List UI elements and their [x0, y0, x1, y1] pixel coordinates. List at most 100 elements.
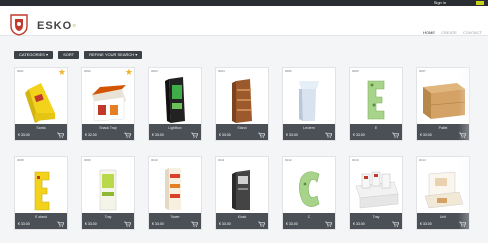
cart-icon[interactable] — [191, 132, 198, 138]
card-name: Tray — [372, 215, 380, 219]
product-thumbnail — [99, 169, 117, 211]
card-footer: Tower € 33.00 — [149, 213, 201, 229]
card-id: 0013 — [352, 158, 359, 162]
card-price: € 33.00 — [85, 222, 97, 226]
card-id: 0012 — [285, 158, 292, 162]
product-thumbnail — [299, 81, 319, 121]
card-id: 0005 — [285, 69, 292, 73]
product-thumbnail — [34, 171, 50, 211]
nav-create[interactable]: CREATE — [441, 30, 457, 35]
product-card[interactable]: 0010 Tower € 33.00 — [148, 156, 202, 230]
sort-button[interactable]: SORT — [58, 51, 80, 59]
brand-name[interactable]: ESKO◦ — [37, 20, 77, 32]
card-price: € 33.00 — [420, 133, 432, 137]
cart-icon[interactable] — [57, 221, 64, 227]
card-price: € 33.00 — [286, 133, 298, 137]
cart-icon[interactable] — [258, 132, 265, 138]
product-card[interactable]: 0008 E stand € 33.00 — [14, 156, 68, 230]
product-card[interactable]: 0012 C € 33.00 — [282, 156, 336, 230]
card-name: Kiosk — [237, 215, 247, 219]
card-price: € 33.00 — [420, 222, 432, 226]
cart-icon[interactable] — [392, 221, 399, 227]
card-footer: Tray € 33.00 — [350, 213, 402, 229]
product-card[interactable]: 0009 Tray € 33.00 — [81, 156, 135, 230]
card-name: Tower — [170, 215, 180, 219]
card-footer: Lectern € 33.00 — [283, 124, 335, 140]
product-thumbnail — [299, 171, 320, 207]
product-thumbnail — [165, 77, 185, 123]
card-price: € 33.00 — [286, 222, 298, 226]
product-card[interactable]: 0005 Lectern € 33.00 — [282, 67, 336, 141]
card-footer: C € 33.00 — [283, 213, 335, 229]
card-price: € 33.00 — [18, 133, 30, 137]
card-price: € 32.00 — [85, 133, 97, 137]
card-name: E — [374, 126, 378, 130]
card-id: 0003 — [151, 69, 158, 73]
cart-icon[interactable] — [325, 221, 332, 227]
product-card[interactable]: 0003 Lightbox € 33.00 — [148, 67, 202, 141]
cart-icon[interactable] — [124, 132, 131, 138]
card-price: € 33.00 — [18, 222, 30, 226]
card-footer: Kiosk € 33.00 — [216, 213, 268, 229]
brand-dot: ◦ — [72, 20, 78, 32]
product-thumbnail — [25, 83, 55, 123]
categories-dropdown[interactable]: CATEGORIES ▾ — [14, 51, 54, 59]
product-thumbnail — [165, 168, 181, 210]
card-id: 0006 — [352, 69, 359, 73]
card-price: € 33.00 — [353, 222, 365, 226]
card-id: 0007 — [419, 69, 426, 73]
cart-icon[interactable] — [392, 132, 399, 138]
card-price: € 33.00 — [353, 133, 365, 137]
card-footer: Lightbox € 33.00 — [149, 124, 201, 140]
accent-badge — [476, 1, 484, 5]
card-id: 0002 — [84, 69, 91, 73]
product-thumbnail — [232, 170, 250, 210]
card-name: Snack Tray — [99, 126, 117, 130]
card-name: Tray — [104, 215, 112, 219]
card-footer: Stand € 33.00 — [216, 124, 268, 140]
card-price: € 33.00 — [152, 133, 164, 137]
cart-icon[interactable] — [191, 221, 198, 227]
product-thumbnail — [355, 171, 399, 209]
card-id: 0009 — [84, 158, 91, 162]
card-price: € 33.00 — [152, 222, 164, 226]
cart-icon[interactable] — [325, 132, 332, 138]
card-footer: Snack Tray € 32.00 — [82, 124, 134, 140]
refine-search-dropdown[interactable]: REFINE YOUR SEARCH ▾ — [84, 51, 143, 59]
product-card[interactable]: 0002 ★ Snack Tray € 32.00 — [81, 67, 135, 141]
product-card[interactable]: 0013 Tray € 33.00 — [349, 156, 403, 230]
header: ESKO◦ HOME CREATE CONTACT — [0, 6, 488, 36]
product-thumbnail — [367, 80, 385, 120]
product-card[interactable]: 0004 Stand € 33.00 — [215, 67, 269, 141]
product-card[interactable]: 0001 ★ Santa € 33.00 — [14, 67, 68, 141]
card-footer: Tray € 33.00 — [82, 213, 134, 229]
esko-shield-logo-icon[interactable] — [10, 14, 28, 36]
card-name: Lightbox — [168, 126, 182, 130]
card-footer: Santa € 33.00 — [15, 124, 67, 140]
nav-home[interactable]: HOME — [423, 30, 435, 35]
product-card[interactable]: 0006 E € 33.00 — [349, 67, 403, 141]
cart-icon[interactable] — [258, 221, 265, 227]
card-price: € 33.00 — [219, 133, 231, 137]
card-footer: E stand € 33.00 — [15, 213, 67, 229]
card-name: E stand — [35, 215, 47, 219]
card-id: 0004 — [218, 69, 225, 73]
nav-contact[interactable]: CONTACT — [463, 30, 482, 35]
product-thumbnail — [92, 85, 126, 122]
card-id: 0001 — [17, 69, 24, 73]
product-card[interactable]: 0011 Kiosk € 33.00 — [215, 156, 269, 230]
card-id: 0014 — [419, 158, 426, 162]
cart-icon[interactable] — [124, 221, 131, 227]
filter-bar: CATEGORIES ▾ SORT REFINE YOUR SEARCH ▾ — [14, 51, 143, 59]
card-name: Lectern — [303, 126, 315, 130]
brand-text: ESKO — [37, 20, 73, 32]
product-thumbnail — [232, 79, 252, 123]
card-id: 0010 — [151, 158, 158, 162]
top-nav: HOME CREATE CONTACT — [423, 30, 482, 35]
edge-fade — [458, 36, 488, 243]
card-name: Stand — [237, 126, 247, 130]
card-name: Santa — [36, 126, 46, 130]
cart-icon[interactable] — [57, 132, 64, 138]
card-id: 0008 — [17, 158, 24, 162]
card-price: € 33.00 — [219, 222, 231, 226]
